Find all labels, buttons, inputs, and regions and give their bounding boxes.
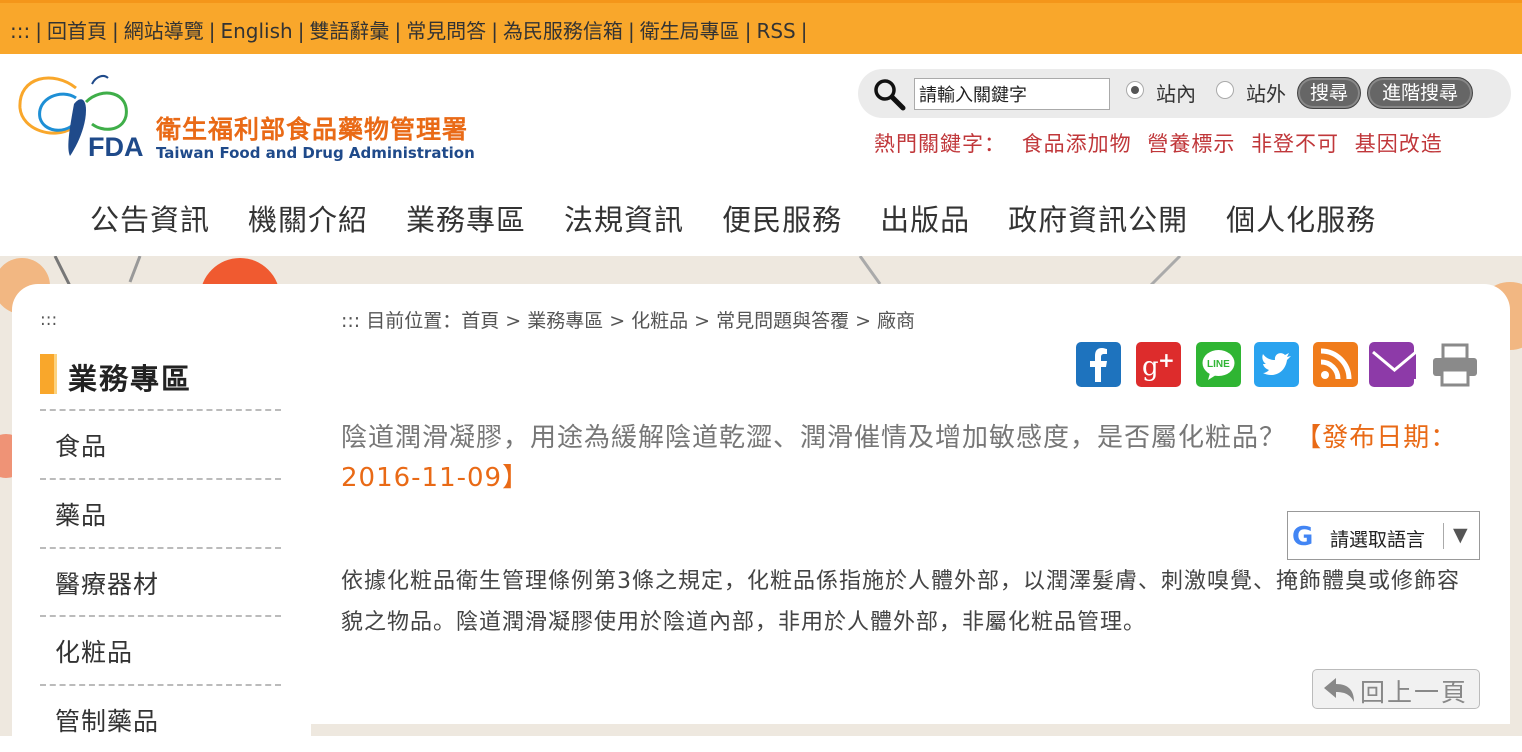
breadcrumb-current: 廠商 bbox=[877, 310, 916, 332]
hot-keywords: 熱門關鍵字： 食品添加物 營養標示 非登不可 基因改造 bbox=[874, 128, 1451, 158]
hot-keyword-link[interactable]: 非登不可 bbox=[1251, 132, 1339, 156]
sidebar-item-medical-devices[interactable]: 醫療器材 bbox=[40, 547, 281, 615]
top-link-rss[interactable]: RSS bbox=[756, 19, 795, 43]
twitter-icon[interactable] bbox=[1254, 342, 1299, 387]
nav-regulations[interactable]: 法規資訊 bbox=[564, 197, 684, 239]
hot-keyword-link[interactable]: 食品添加物 bbox=[1022, 132, 1132, 156]
svg-text:g: g bbox=[1142, 352, 1159, 382]
google-plus-icon[interactable]: g + bbox=[1136, 342, 1181, 387]
sidebar-title-marker bbox=[40, 354, 57, 394]
sidebar-title: 業務專區 bbox=[68, 362, 193, 396]
search-icon bbox=[874, 79, 906, 111]
print-icon[interactable] bbox=[1431, 342, 1477, 387]
sidebar-item-label: 管制藥品 bbox=[55, 707, 160, 736]
chevron-down-icon: ▼ bbox=[1453, 524, 1468, 546]
nav-business[interactable]: 業務專區 bbox=[406, 197, 526, 239]
facebook-icon[interactable] bbox=[1076, 342, 1121, 387]
nav-about[interactable]: 機關介紹 bbox=[248, 197, 368, 239]
back-button[interactable]: 回上一頁 bbox=[1312, 669, 1480, 709]
top-link-english[interactable]: English bbox=[220, 19, 292, 43]
scope-external-radio[interactable] bbox=[1216, 81, 1234, 99]
back-arrow-icon bbox=[1324, 678, 1354, 702]
nav-services[interactable]: 便民服務 bbox=[722, 197, 842, 239]
logo-name-en: Taiwan Food and Drug Administration bbox=[156, 144, 475, 162]
nav-open-government[interactable]: 政府資訊公開 bbox=[1008, 197, 1188, 239]
breadcrumb-link-faq[interactable]: 常見問題與答覆 bbox=[716, 310, 849, 332]
svg-text:LINE: LINE bbox=[1207, 359, 1230, 370]
accesskey-content[interactable]: ::: bbox=[341, 310, 360, 332]
hot-keywords-label: 熱門關鍵字： bbox=[874, 132, 1006, 156]
top-link-faq[interactable]: 常見問答 bbox=[406, 19, 486, 43]
line-icon[interactable]: LINE bbox=[1196, 342, 1241, 387]
sidebar-item-label: 化粧品 bbox=[55, 638, 134, 667]
accesskey-top[interactable]: ::: bbox=[10, 19, 30, 43]
top-link-home[interactable]: 回首頁 bbox=[47, 19, 107, 43]
breadcrumb-link-cosmetics[interactable]: 化粧品 bbox=[631, 310, 688, 332]
logo-name-cn: 衛生福利部食品藥物管理署 bbox=[156, 115, 469, 144]
svg-text:FDA: FDA bbox=[88, 132, 144, 162]
article-answer: 依據化粧品衛生管理條例第3條之規定，化粧品係指施於人體外部，以潤澤髮膚、刺激嗅覺… bbox=[341, 569, 1461, 635]
search-input[interactable] bbox=[914, 78, 1110, 110]
breadcrumb: ::: 目前位置：首頁 > 業務專區 > 化粧品 > 常見問題與答覆 > 廠商 bbox=[341, 310, 916, 332]
google-icon: G bbox=[1292, 522, 1314, 552]
email-icon[interactable] bbox=[1369, 342, 1417, 387]
main-navigation: 公告資訊 機關介紹 業務專區 法規資訊 便民服務 出版品 政府資訊公開 個人化服務 bbox=[90, 197, 1414, 239]
top-link-health-bureau[interactable]: 衛生局專區 bbox=[640, 19, 740, 43]
top-link-sitemap[interactable]: 網站導覽 bbox=[124, 19, 204, 43]
language-selector[interactable]: G 請選取語言 ▼ bbox=[1287, 511, 1480, 560]
rss-icon[interactable] bbox=[1313, 342, 1358, 387]
breadcrumb-link-business[interactable]: 業務專區 bbox=[527, 310, 603, 332]
scope-external-label: 站外 bbox=[1246, 82, 1286, 106]
sidebar-item-label: 藥品 bbox=[55, 501, 108, 530]
nav-announcements[interactable]: 公告資訊 bbox=[90, 197, 210, 239]
accesskey-left[interactable]: ::: bbox=[40, 310, 57, 330]
svg-text:+: + bbox=[1158, 348, 1175, 372]
question-text: 陰道潤滑凝膠，用途為緩解陰道乾澀、潤滑催情及增加敏感度，是否屬化粧品？ bbox=[341, 423, 1287, 453]
search-button[interactable]: 搜尋 bbox=[1297, 77, 1361, 109]
top-link-mailbox[interactable]: 為民服務信箱 bbox=[503, 19, 623, 43]
sidebar-item-food[interactable]: 食品 bbox=[40, 409, 281, 477]
nav-publications[interactable]: 出版品 bbox=[880, 197, 970, 239]
divider bbox=[1443, 523, 1444, 549]
hot-keyword-link[interactable]: 營養標示 bbox=[1147, 132, 1235, 156]
sidebar-item-drugs[interactable]: 藥品 bbox=[40, 478, 281, 546]
scope-internal-label: 站內 bbox=[1156, 82, 1196, 106]
nav-personal[interactable]: 個人化服務 bbox=[1226, 197, 1376, 239]
advanced-search-button[interactable]: 進階搜尋 bbox=[1367, 77, 1473, 109]
top-link-glossary[interactable]: 雙語辭彙 bbox=[309, 19, 389, 43]
language-selector-label: 請選取語言 bbox=[1330, 529, 1426, 551]
article-title: 陰道潤滑凝膠，用途為緩解陰道乾澀、潤滑催情及增加敏感度，是否屬化粧品？ 【發布日… bbox=[341, 418, 1471, 498]
scope-internal-radio[interactable] bbox=[1126, 81, 1144, 99]
hot-keyword-link[interactable]: 基因改造 bbox=[1355, 132, 1443, 156]
sidebar-item-label: 食品 bbox=[55, 432, 108, 461]
top-links: ::: | 回首頁 | 網站導覽 | English | 雙語辭彙 | 常見問答 | 為民服務信箱 | 衛生… bbox=[10, 19, 808, 43]
sidebar-item-controlled-drugs[interactable]: 管制藥品 bbox=[40, 684, 281, 752]
breadcrumb-label: 目前位置： bbox=[366, 310, 462, 332]
fda-butterfly-logo-icon: FDA bbox=[18, 75, 144, 162]
sidebar-item-label: 醫療器材 bbox=[55, 570, 160, 599]
sidebar-item-cosmetics[interactable]: 化粧品 bbox=[40, 615, 281, 683]
back-button-label: 回上一頁 bbox=[1360, 678, 1469, 707]
breadcrumb-link-home[interactable]: 首頁 bbox=[461, 310, 499, 332]
top-utility-bar: ::: | 回首頁 | 網站導覽 | English | 雙語辭彙 | 常見問答 | 為民服務信箱 | 衛生… bbox=[0, 0, 1522, 54]
